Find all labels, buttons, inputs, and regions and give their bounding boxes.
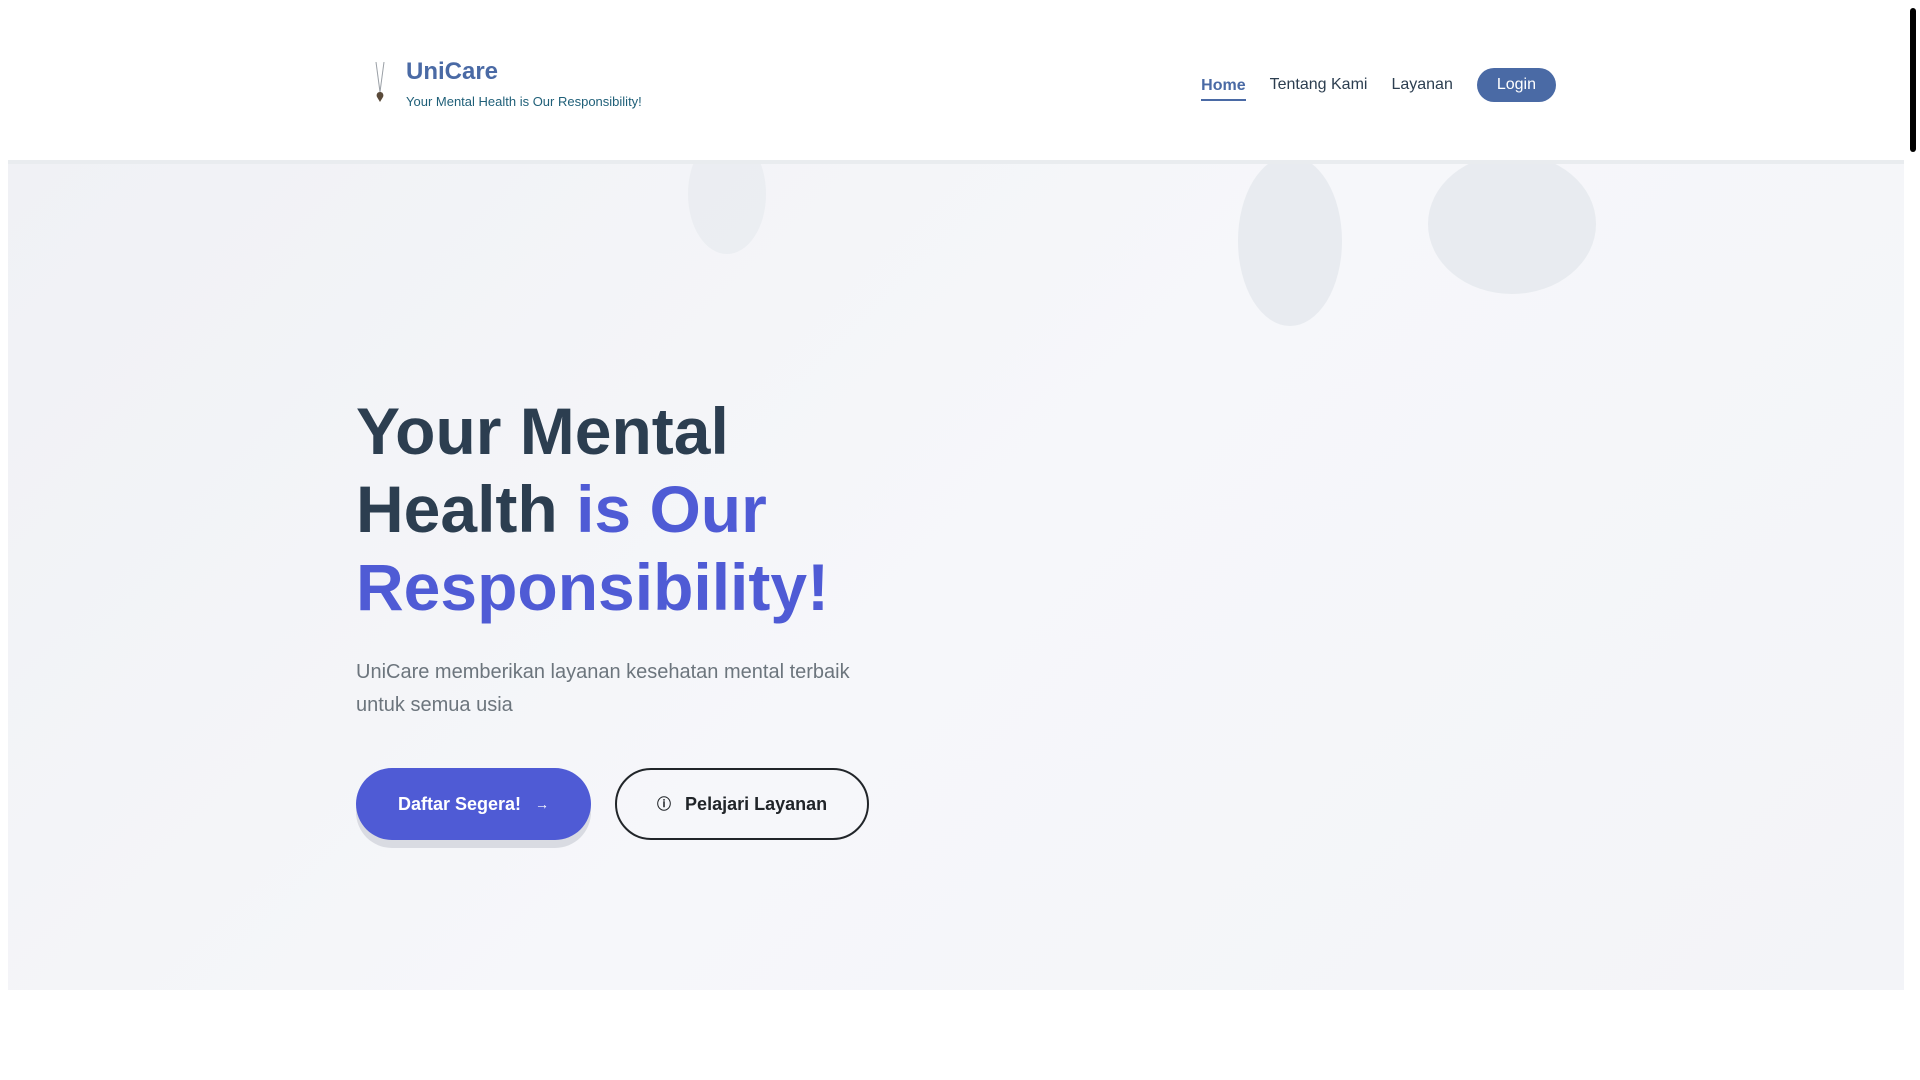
nav-layanan[interactable]: Layanan [1391,68,1452,102]
hero-content: Your Mental Health is Our Responsibility… [356,392,916,840]
nav-tentang-kami[interactable]: Tentang Kami [1270,68,1368,102]
main-nav: Home Tentang Kami Layanan Login [1177,68,1556,102]
pelajari-layanan-button[interactable]: ⓘ Pelajari Layanan [615,768,870,840]
login-button[interactable]: Login [1476,68,1556,102]
hero-title: Your Mental Health is Our Responsibility… [356,392,916,626]
decorative-blob [1238,164,1342,326]
hero-buttons: Daftar Segera! → ⓘ Pelajari Layanan [356,768,916,840]
arrow-right-icon: → [535,796,550,812]
scrollbar-thumb[interactable] [1910,8,1916,152]
pendant-logo-icon [375,62,385,102]
brand-tagline: Your Mental Health is Our Responsibility… [406,94,642,109]
hero-title-line2-accent: is Our [576,472,767,546]
brand-name[interactable]: UniCare [406,58,642,86]
hero-title-line1: Your Mental [356,394,729,468]
hero-section: Your Mental Health is Our Responsibility… [8,164,1904,990]
brand[interactable]: UniCare Your Mental Health is Our Respon… [368,58,642,109]
page-scrollbar[interactable] [1908,0,1920,1080]
decorative-blob [688,164,766,254]
daftar-segera-label: Daftar Segera! [398,793,522,814]
page: UniCare Your Mental Health is Our Respon… [8,8,1904,1080]
nav-home[interactable]: Home [1201,69,1246,101]
hero-subtitle: UniCare memberikan layanan kesehatan men… [356,661,850,716]
site-header: UniCare Your Mental Health is Our Respon… [8,8,1904,164]
pelajari-layanan-label: Pelajari Layanan [685,793,828,814]
hero-title-line2-dark: Health [356,472,558,546]
hero-title-line3: Responsibility! [356,550,830,624]
info-icon: ⓘ [657,796,672,812]
brand-text: UniCare Your Mental Health is Our Respon… [406,58,642,109]
daftar-segera-button[interactable]: Daftar Segera! → [356,768,592,840]
decorative-blob [1428,164,1596,294]
